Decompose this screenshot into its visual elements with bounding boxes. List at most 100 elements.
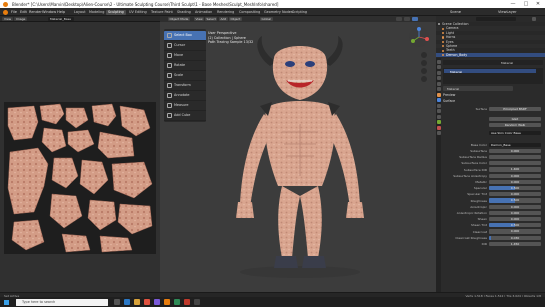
property-value-field[interactable]: Demon_Base [489, 142, 541, 147]
scene-selector[interactable]: Scene [450, 10, 461, 14]
preview-section-header[interactable]: Preview [443, 93, 455, 97]
material-properties-icon[interactable] [436, 125, 441, 130]
navigation-gizmo[interactable] [408, 26, 430, 48]
property-value-field[interactable] [489, 161, 541, 166]
workspace-tab-sculpting[interactable]: Sculpting [106, 9, 126, 15]
viewport-shading-solid-icon[interactable] [396, 17, 402, 21]
property-value-field[interactable]: 0.500 [489, 185, 541, 191]
scene-properties-icon[interactable] [436, 81, 441, 86]
blender-menu-icon[interactable] [3, 9, 8, 15]
object-mode-selector[interactable]: Object Mode [168, 17, 190, 21]
workspace-tab-rendering[interactable]: Rendering [215, 10, 236, 15]
property-value-field[interactable]: 0.000 [489, 210, 541, 215]
subsurface-method-selector[interactable]: Random Walk [489, 122, 541, 127]
menu-help[interactable]: Help [57, 10, 65, 14]
demon-character-model[interactable] [220, 36, 380, 286]
menu-render[interactable]: Render [29, 10, 42, 14]
property-value-field[interactable]: 0.000 [489, 204, 541, 209]
particles-properties-icon[interactable] [436, 103, 441, 108]
edge-browser-icon[interactable] [124, 299, 130, 305]
blender-taskbar-icon[interactable] [164, 299, 170, 305]
app-icon[interactable] [194, 299, 200, 305]
menu-file[interactable]: File [11, 10, 17, 14]
uv-image-menu[interactable]: Image [14, 17, 28, 21]
property-value-field[interactable]: 0.500 [489, 223, 541, 228]
workspace-tab-animation[interactable]: Animation [193, 10, 214, 15]
workspace-tab-compositing[interactable]: Compositing [237, 10, 262, 15]
tool-annotate[interactable]: Annotate [164, 91, 206, 101]
minimize-button[interactable]: — [507, 1, 519, 7]
tool-select-box[interactable]: Select Box [164, 30, 206, 41]
menu-edit[interactable]: Edit [20, 10, 27, 14]
app-icon[interactable] [174, 299, 180, 305]
tool-rotate[interactable]: Rotate [164, 61, 206, 71]
property-value-field[interactable]: 0.000 [489, 148, 541, 153]
workspace-tab-shading[interactable]: Shading [175, 10, 193, 15]
data-properties-icon[interactable] [436, 120, 441, 124]
uv-view-menu[interactable]: View [2, 17, 14, 21]
property-value-field[interactable]: 1.400 [489, 167, 541, 172]
windows-start-icon[interactable] [4, 299, 9, 305]
search-icon[interactable] [476, 17, 516, 21]
menu-window[interactable]: Window [42, 10, 56, 14]
viewport-select-menu[interactable]: Select [205, 17, 218, 21]
app-icon[interactable] [154, 299, 160, 305]
distribution-selector[interactable]: GGX [489, 116, 541, 121]
property-value-field[interactable]: 0.000 [489, 216, 541, 222]
tool-measure[interactable]: Measure [164, 101, 206, 111]
constraints-properties-icon[interactable] [436, 114, 441, 119]
taskbar-search-input[interactable]: Type here to search [16, 298, 108, 306]
view-layer-properties-icon[interactable] [436, 76, 441, 80]
viewport-add-menu[interactable]: Add [219, 17, 228, 21]
base-color-source-field[interactable]: Ase Skin Color Base [489, 130, 541, 135]
tool-move[interactable]: Move [164, 51, 206, 61]
output-properties-icon[interactable] [436, 70, 441, 75]
tool-cursor[interactable]: Cursor [164, 41, 206, 51]
workspace-tab-layout[interactable]: Layout [72, 10, 88, 15]
physics-properties-icon[interactable] [436, 109, 441, 113]
property-value-field[interactable]: 0.500 [489, 198, 541, 203]
surface-shader-selector[interactable]: Principled BSDF [489, 106, 541, 111]
chrome-browser-icon[interactable] [144, 299, 150, 305]
tool-properties-icon[interactable] [436, 59, 441, 64]
workspace-tab-uv-editing[interactable]: UV Editing [127, 10, 149, 15]
task-view-icon[interactable] [114, 299, 120, 305]
viewport-object-menu[interactable]: Object [229, 17, 242, 21]
property-value-field[interactable]: 1.450 [489, 241, 541, 246]
property-value-field[interactable]: 0.000 [489, 229, 541, 234]
viewport-shading-rendered-icon[interactable] [412, 17, 418, 21]
material-datablock-selector[interactable]: Material [443, 86, 513, 91]
uv-editor-area[interactable] [0, 22, 160, 292]
tool-scale[interactable]: Scale [164, 71, 206, 81]
viewport-view-menu[interactable]: View [194, 17, 205, 21]
view-layer-selector[interactable]: ViewLayer [498, 10, 517, 14]
filter-icon[interactable] [532, 17, 536, 21]
property-value-field[interactable]: 0.000 [489, 192, 541, 197]
viewport-shading-material-icon[interactable] [404, 17, 410, 21]
texture-properties-icon[interactable] [436, 131, 441, 135]
property-value-field[interactable]: 0.030 [489, 235, 541, 240]
surface-section-header[interactable]: Surface [443, 99, 455, 103]
image-datablock-selector[interactable]: Material_Base [48, 17, 74, 21]
camera-view-icon[interactable] [421, 68, 427, 74]
transform-orientation-selector[interactable]: Global [260, 17, 273, 21]
workspace-tab-scripting[interactable]: Scripting [290, 10, 309, 15]
tool-transform[interactable]: Transform [164, 81, 206, 91]
file-explorer-icon[interactable] [134, 299, 140, 305]
world-properties-icon[interactable] [436, 87, 441, 91]
pan-hand-icon[interactable] [421, 60, 427, 66]
property-value-field[interactable]: 0.000 [489, 173, 541, 178]
property-value-field[interactable]: 0.000 [489, 179, 541, 184]
outliner-item-demon-body[interactable]: Demon_Body [436, 52, 545, 58]
zoom-icon[interactable] [421, 52, 427, 58]
workspace-tab-texture-paint[interactable]: Texture Paint [149, 10, 175, 15]
workspace-tab-modeling[interactable]: Modeling [87, 10, 106, 15]
app-icon[interactable] [184, 299, 190, 305]
tool-add-cube[interactable]: Add Cube [164, 111, 206, 121]
object-properties-icon[interactable] [436, 92, 441, 97]
close-button[interactable]: ✕ [532, 1, 544, 7]
3d-viewport[interactable]: Object Mode View Select Add Object Globa… [160, 16, 436, 292]
modifier-properties-icon[interactable] [436, 98, 441, 102]
maximize-button[interactable]: □ [520, 1, 532, 7]
material-slot-item[interactable]: Material [444, 69, 536, 74]
